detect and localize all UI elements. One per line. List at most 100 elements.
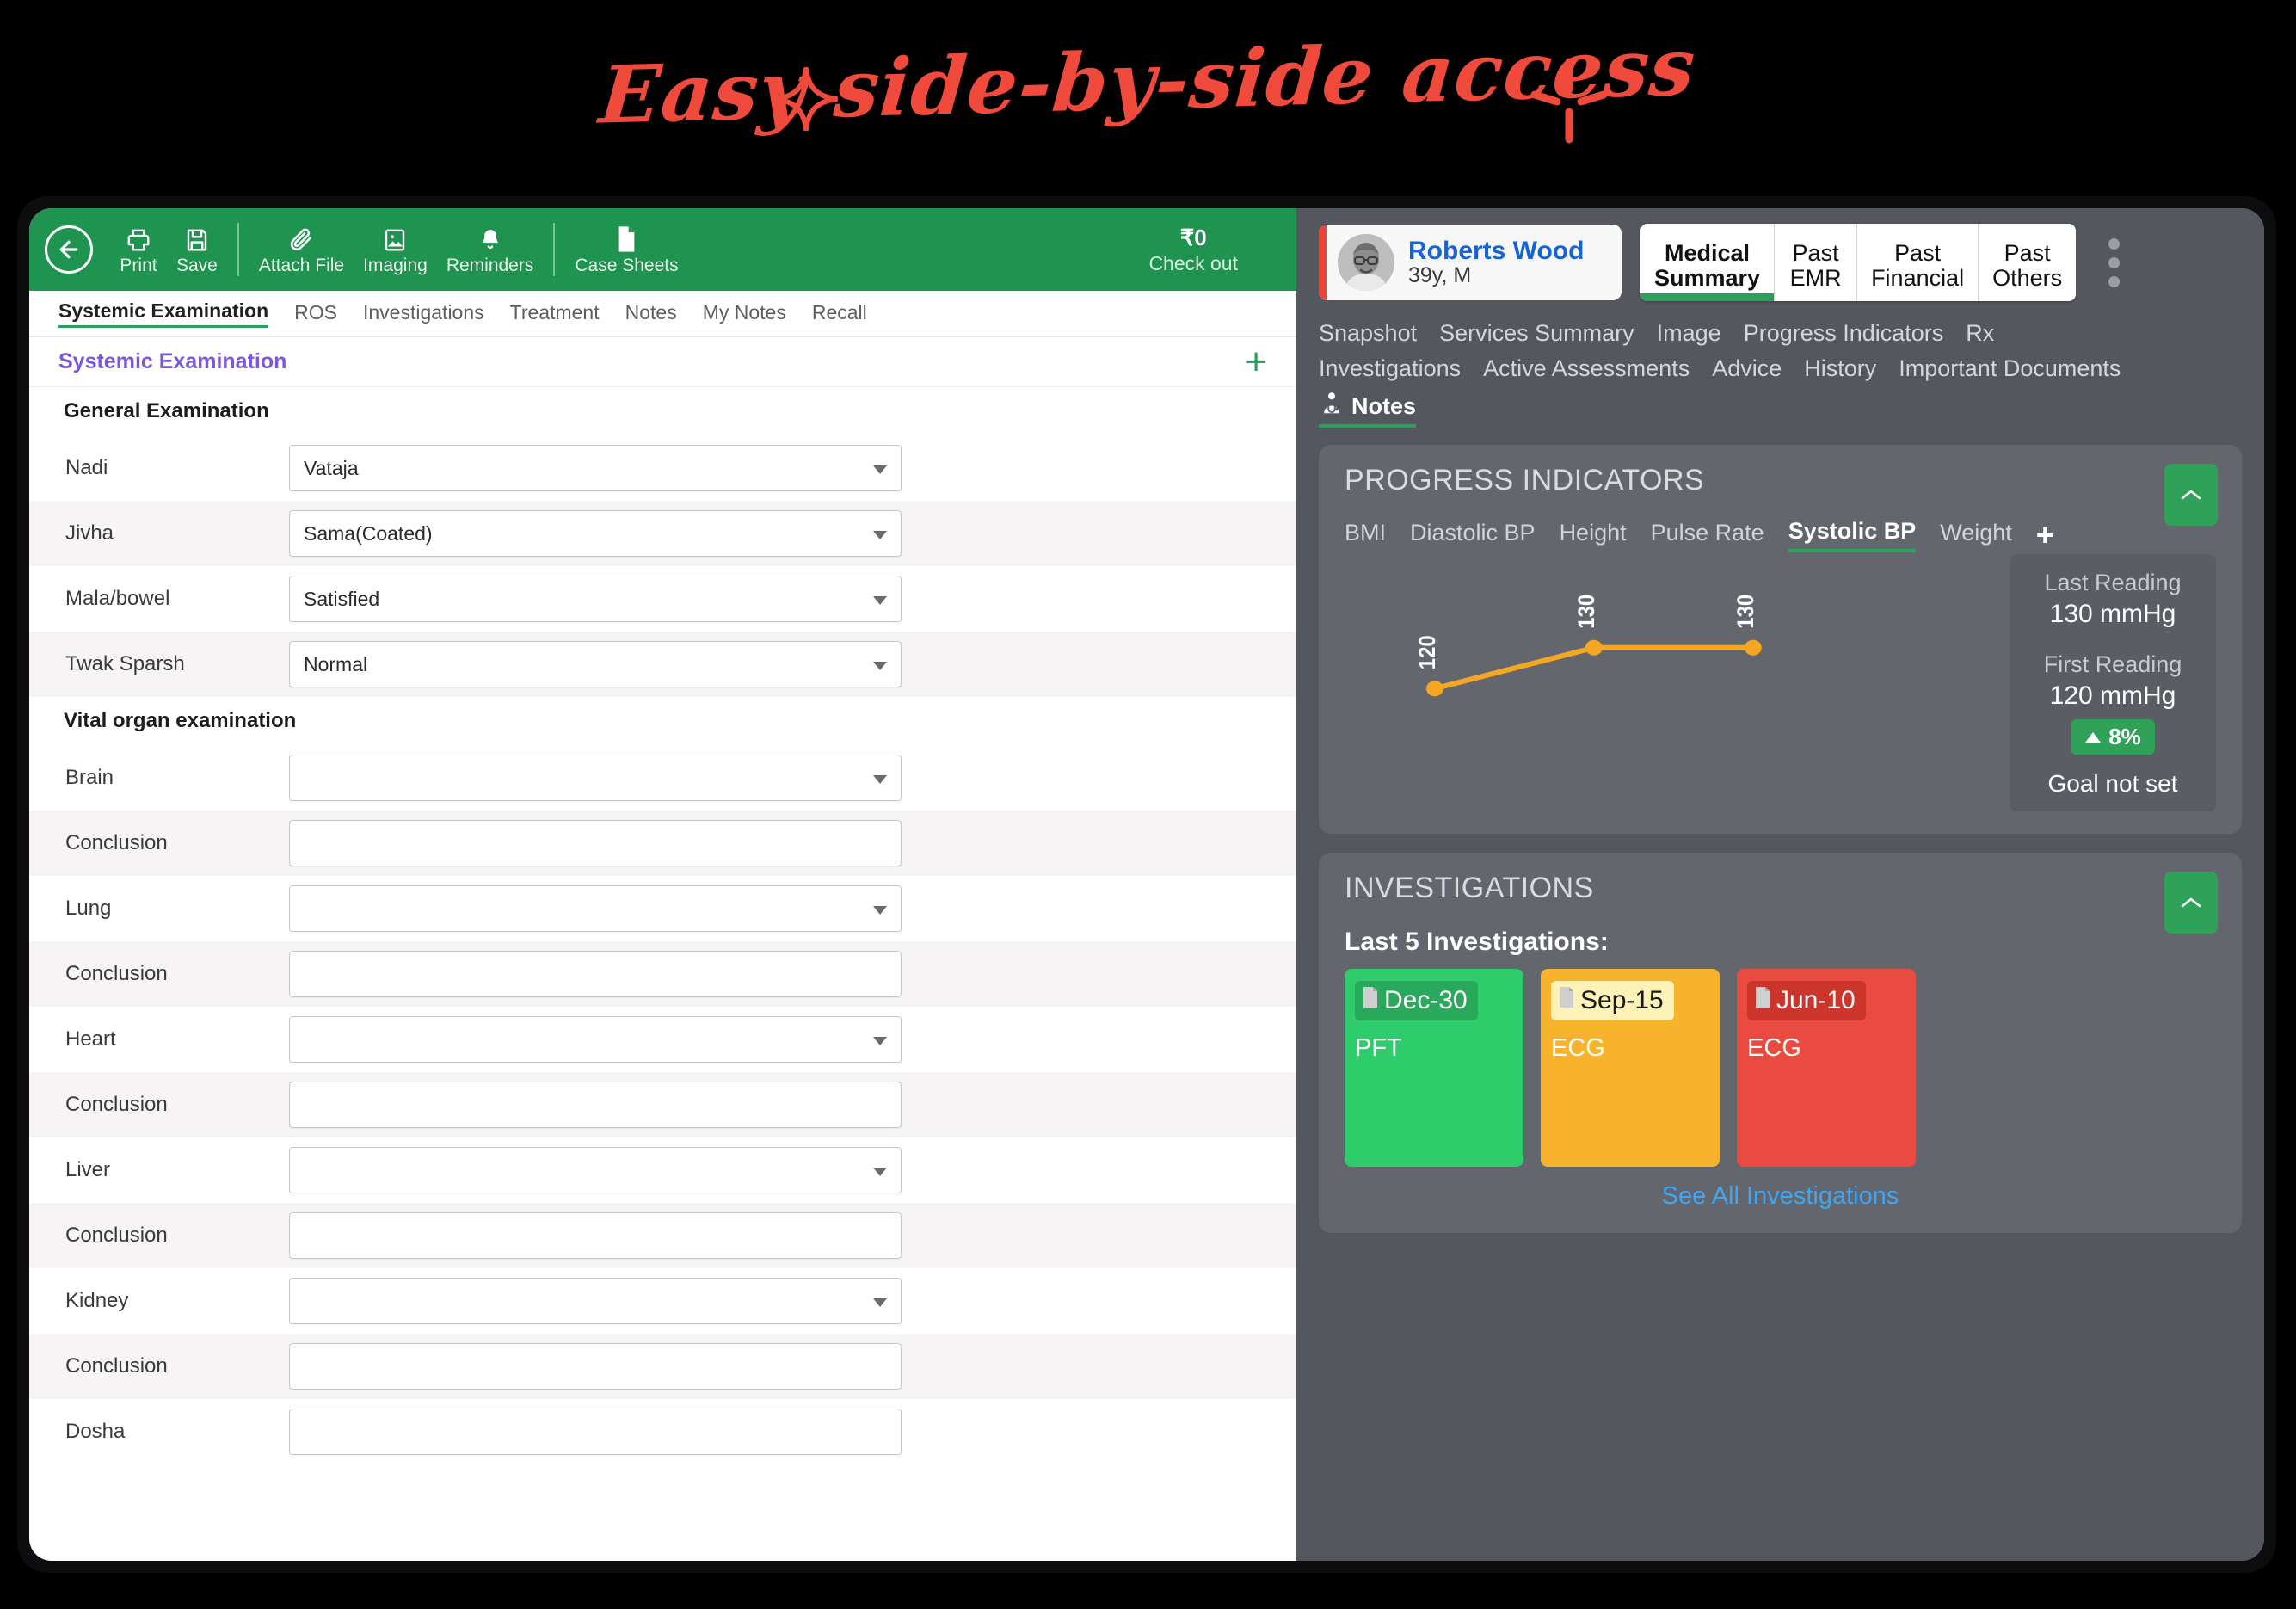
nav-notes-label: Notes <box>1351 393 1417 419</box>
chevron-up-icon <box>2181 897 2201 908</box>
more-vertical-icon[interactable] <box>2108 237 2121 287</box>
nav-advice[interactable]: Advice <box>1712 355 1782 382</box>
tab-medical-summary[interactable]: Medical Summary <box>1640 224 1776 301</box>
tab-treatment[interactable]: Treatment <box>510 301 600 327</box>
kidney-conclusion-input[interactable] <box>289 1343 902 1390</box>
tab-past-others[interactable]: Past Others <box>1979 224 2076 301</box>
pi-tab-height[interactable]: Height <box>1560 520 1627 551</box>
tab-ros[interactable]: ROS <box>294 301 337 327</box>
nav-active-assessments[interactable]: Active Assessments <box>1483 355 1690 382</box>
form-row: Conclusion <box>29 1203 1296 1268</box>
document-icon <box>614 224 638 253</box>
case-sheets-button[interactable]: Case Sheets <box>565 217 687 282</box>
add-section-icon[interactable]: + <box>1245 342 1267 381</box>
nav-progress-indicators[interactable]: Progress Indicators <box>1744 320 1944 347</box>
checkout-button[interactable]: ₹0 Check out <box>1148 208 1238 291</box>
kidney-select[interactable] <box>289 1278 902 1324</box>
sparkle-burst-icon <box>1516 45 1619 157</box>
nav-investigations[interactable]: Investigations <box>1319 355 1461 382</box>
patient-name: Roberts Wood <box>1408 236 1585 265</box>
back-button[interactable] <box>45 225 93 274</box>
investigation-card-list: Dec-30 PFT Sep-15 ECG Jun-10 ECG <box>1345 969 2216 1167</box>
pi-tab-weight[interactable]: Weight <box>1940 520 2012 551</box>
file-icon <box>1754 986 1771 1015</box>
patient-card[interactable]: Roberts Wood 39y, M <box>1319 225 1622 300</box>
investigation-card[interactable]: Sep-15 ECG <box>1541 969 1720 1167</box>
chevron-up-icon <box>2181 490 2201 500</box>
tab-past-financial[interactable]: Past Financial <box>1857 224 1979 301</box>
nav-rx[interactable]: Rx <box>1966 320 1994 347</box>
attach-file-button[interactable]: Attach File <box>249 217 354 282</box>
tab-recall[interactable]: Recall <box>812 301 867 327</box>
toolbar-divider <box>237 223 239 276</box>
poster-stage: Easy side-by-side access Print Save Atta… <box>0 0 2296 1609</box>
pi-tab-pulse-rate[interactable]: Pulse Rate <box>1651 520 1764 551</box>
form-row: Conclusion <box>29 941 1296 1007</box>
jivha-select[interactable]: Sama(Coated) <box>289 510 902 557</box>
heart-conclusion-input[interactable] <box>289 1082 902 1128</box>
collapse-investigations-button[interactable] <box>2164 872 2218 934</box>
imaging-button[interactable]: Imaging <box>354 217 437 282</box>
back-arrow-icon <box>59 240 78 259</box>
nadi-select[interactable]: Vataja <box>289 445 902 491</box>
checkout-label: Check out <box>1148 251 1238 274</box>
lung-select[interactable] <box>289 885 902 932</box>
page-title: Systemic Examination <box>58 349 287 373</box>
form-row: Brain <box>29 745 1296 811</box>
lung-conclusion-input[interactable] <box>289 951 902 997</box>
emr-tabstrip: Systemic Examination ROS Investigations … <box>29 291 1296 337</box>
investigations-subtitle: Last 5 Investigations: <box>1345 928 1609 956</box>
investigation-card[interactable]: Jun-10 ECG <box>1737 969 1916 1167</box>
save-label: Save <box>176 255 218 275</box>
field-label: Dosha <box>65 1420 126 1443</box>
patient-header: Roberts Wood 39y, M Medical Summary Past… <box>1319 224 2242 301</box>
pi-tab-systolic-bp[interactable]: Systolic BP <box>1788 518 1917 552</box>
nav-important-documents[interactable]: Important Documents <box>1899 355 2121 382</box>
mala-bowel-select[interactable]: Satisfied <box>289 576 902 622</box>
collapse-progress-button[interactable] <box>2164 464 2218 526</box>
save-button[interactable]: Save <box>167 217 227 282</box>
tab-notes[interactable]: Notes <box>625 301 677 327</box>
nav-history[interactable]: History <box>1804 355 1876 382</box>
nav-services-summary[interactable]: Services Summary <box>1439 320 1634 347</box>
investigation-date-chip: Jun-10 <box>1747 981 1866 1020</box>
tab-my-notes[interactable]: My Notes <box>703 301 786 327</box>
brain-select[interactable] <box>289 755 902 801</box>
form-row: Conclusion <box>29 811 1296 876</box>
tab-past-emr[interactable]: Past EMR <box>1775 224 1858 301</box>
nav-notes[interactable]: Notes <box>1319 391 1417 428</box>
tab-systemic-examination[interactable]: Systemic Examination <box>58 299 269 328</box>
investigation-date-chip: Sep-15 <box>1551 981 1674 1020</box>
group-title-general: General Examination <box>29 387 1296 435</box>
file-icon <box>1362 986 1379 1015</box>
pi-tab-diastolic-bp[interactable]: Diastolic BP <box>1410 520 1536 551</box>
reminders-label: Reminders <box>446 255 534 275</box>
bell-icon <box>477 224 503 253</box>
stethoscope-doctor-icon <box>1319 391 1345 422</box>
nav-image[interactable]: Image <box>1657 320 1721 347</box>
investigation-card[interactable]: Dec-30 PFT <box>1345 969 1523 1167</box>
liver-select[interactable] <box>289 1147 902 1193</box>
nav-snapshot[interactable]: Snapshot <box>1319 320 1417 347</box>
toolbar-divider-2 <box>553 223 556 276</box>
printer-icon <box>126 224 151 253</box>
reminders-button[interactable]: Reminders <box>437 217 544 282</box>
form-row: Jivha Sama(Coated) <box>29 501 1296 566</box>
investigation-date-chip: Dec-30 <box>1355 981 1478 1020</box>
dosha-input[interactable] <box>289 1409 902 1455</box>
pi-tab-bmi[interactable]: BMI <box>1345 520 1386 551</box>
liver-conclusion-input[interactable] <box>289 1212 902 1259</box>
heart-select[interactable] <box>289 1016 902 1063</box>
form-row: Lung <box>29 876 1296 941</box>
tab-investigations[interactable]: Investigations <box>363 301 484 327</box>
print-button[interactable]: Print <box>110 217 167 282</box>
last-reading-value: 130 mmHg <box>2049 600 2176 628</box>
field-label: Conclusion <box>65 1093 168 1116</box>
add-indicator-icon[interactable]: + <box>2036 520 2054 551</box>
investigation-name: PFT <box>1355 1034 1402 1062</box>
twak-sparsh-select[interactable]: Normal <box>289 641 902 687</box>
emr-pane: Print Save Attach File Imaging Reminders… <box>29 208 1296 1561</box>
see-all-investigations-link[interactable]: See All Investigations <box>1345 1182 2216 1211</box>
tab-line-1: Medical <box>1665 240 1751 267</box>
brain-conclusion-input[interactable] <box>289 820 902 866</box>
